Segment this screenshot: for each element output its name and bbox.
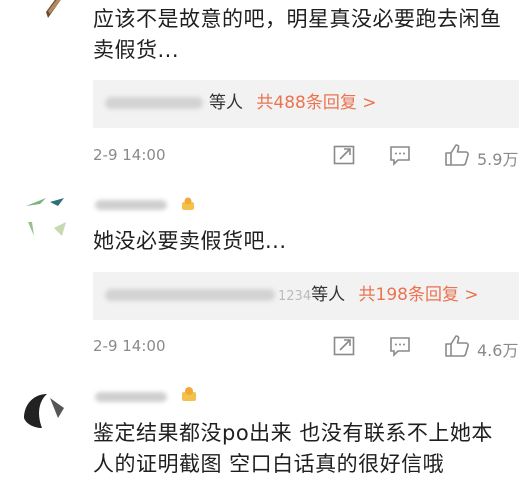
avatar-image <box>24 394 64 428</box>
comment-text: 应该不是故意的吧，明星真没必要跑去闲鱼 卖假货... <box>93 7 502 62</box>
avatar[interactable] <box>20 388 74 442</box>
comment-icon[interactable] <box>389 336 411 357</box>
comment-date: 2-9 14:00 <box>93 146 166 164</box>
like-count: 5.9万 <box>477 150 519 169</box>
view-replies-link[interactable]: 共198条回复 > <box>359 285 479 305</box>
view-replies-link[interactable]: 共488条回复 > <box>256 93 376 113</box>
username[interactable] <box>95 392 167 402</box>
reply-user-names <box>105 97 203 109</box>
avatar-image <box>46 0 61 18</box>
badge-icon <box>182 387 196 401</box>
reply-users-suffix: 等人 <box>209 93 243 113</box>
reply-users-suffix: 等人 <box>311 285 346 305</box>
like-icon[interactable] <box>444 143 470 167</box>
comment-text: 她没必要卖假货吧... <box>93 229 287 253</box>
reply-preview[interactable]: 等人 共488条回复 > <box>93 80 519 128</box>
comment-text: 鉴定结果都没po出来 也没有联系不上她本 人的证明截图 空口白话真的很好信哦 <box>93 421 493 476</box>
like-count: 4.6万 <box>477 341 519 360</box>
like-icon[interactable] <box>444 334 470 358</box>
avatar[interactable] <box>20 192 74 246</box>
share-icon[interactable] <box>333 145 355 165</box>
reply-user-names <box>105 289 275 301</box>
avatar-image <box>26 198 66 236</box>
share-icon[interactable] <box>333 336 355 356</box>
badge-icon <box>182 197 194 210</box>
comment-date: 2-9 14:00 <box>93 337 166 355</box>
comment-icon[interactable] <box>389 145 411 166</box>
username[interactable] <box>95 200 167 210</box>
reply-user-partial: 1234 <box>278 289 312 304</box>
reply-preview[interactable]: 1234等人 共198条回复 > <box>93 272 519 320</box>
avatar[interactable] <box>20 0 76 20</box>
